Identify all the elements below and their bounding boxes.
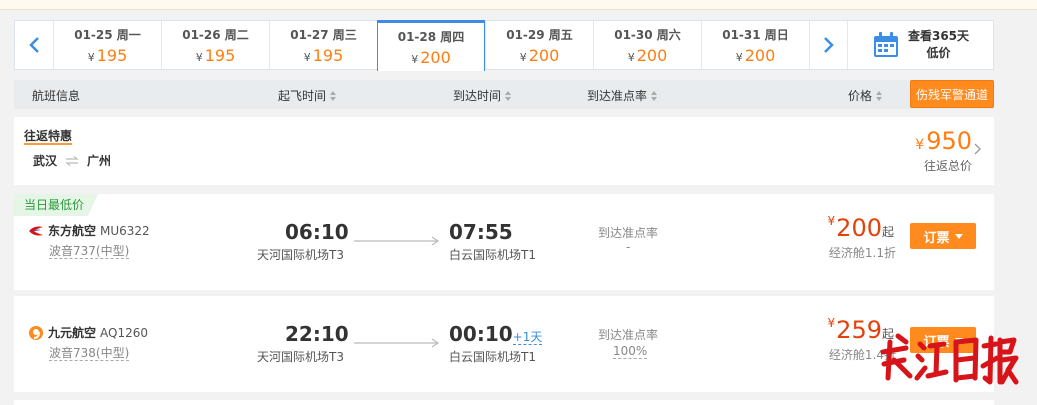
sort-icon xyxy=(876,90,883,101)
top-notice-strip xyxy=(0,0,1037,10)
date-label: 01-25 周一 xyxy=(74,27,141,42)
flight-code: MU6322 xyxy=(100,223,150,238)
date-cell[interactable]: 01-26 周二 ¥195 xyxy=(161,21,269,69)
flight-row: 九元航空 AQ1260 波音738(中型) 22:10 天河国际机场T3 00:1… xyxy=(14,296,994,392)
date-price: ¥200 xyxy=(519,45,560,65)
header-flight-info: 航班信息 xyxy=(32,89,81,103)
date-price: ¥195 xyxy=(303,45,344,65)
plane-type[interactable]: 波音738(中型) xyxy=(49,346,130,361)
chevron-left-icon xyxy=(29,37,39,53)
date-label: 01-27 周三 xyxy=(290,27,357,42)
plane-type[interactable]: 波音737(中型) xyxy=(49,244,130,259)
ontime-label: 到达准点率 xyxy=(598,226,659,240)
round-trip-route: 武汉 广州 xyxy=(33,152,111,169)
date-cell-selected[interactable]: 01-28 周四 ¥200 xyxy=(377,20,485,71)
prev-dates-button[interactable] xyxy=(15,21,53,69)
date-label: 01-31 周日 xyxy=(722,27,789,42)
chevron-right-icon xyxy=(823,37,834,53)
date-label: 01-26 周二 xyxy=(182,27,249,42)
next-dates-button[interactable] xyxy=(809,21,847,69)
arrive-time: 07:55 xyxy=(449,220,513,244)
arrive-time: 00:10+1天 xyxy=(449,322,543,346)
arrive-airport: 白云国际机场T1 xyxy=(449,248,536,262)
header-depart-time-sort[interactable]: 起飞时间 xyxy=(278,87,337,104)
airline-name: 东方航空 MU6322 xyxy=(28,222,150,239)
header-arrive-time-sort[interactable]: 到达时间 xyxy=(453,87,512,104)
9air-logo-icon xyxy=(29,325,43,340)
arrow-right-icon xyxy=(354,338,440,348)
depart-time: 22:10 xyxy=(285,322,349,346)
chevron-right-icon xyxy=(974,143,981,155)
round-trip-title: 往返特惠 xyxy=(24,129,73,145)
round-trip-price: ¥950 xyxy=(915,127,972,155)
arrow-right-icon xyxy=(354,236,440,246)
round-trip-subtitle: 往返总价 xyxy=(923,159,972,173)
book-button[interactable]: 订票 xyxy=(910,223,976,249)
ontime-value: - xyxy=(626,240,631,254)
arrive-airport: 白云国际机场T1 xyxy=(449,350,536,364)
flight-row: 当日最低价 东方航空 MU6322 波音737(中型) 06:10 天河国际机场T… xyxy=(14,194,994,290)
depart-time: 06:10 xyxy=(285,220,349,244)
dropdown-triangle-icon xyxy=(954,233,963,239)
results-header: 航班信息 起飞时间 到达时间 到达准点率 价格 伤残军警通道 xyxy=(14,80,994,109)
date-cell[interactable]: 01-29 周五 ¥200 xyxy=(485,21,593,69)
date-price: ¥200 xyxy=(411,47,451,67)
sort-icon xyxy=(505,90,512,101)
date-selector-bar: 01-25 周一 ¥195 01-26 周二 ¥195 01-27 周三 ¥19… xyxy=(14,20,994,71)
date-cell[interactable]: 01-27 周三 ¥195 xyxy=(269,21,377,69)
calendar-icon xyxy=(873,32,898,57)
header-ontime-sort[interactable]: 到达准点率 xyxy=(587,87,658,104)
airline-name: 九元航空 AQ1260 xyxy=(28,324,148,341)
depart-airport: 天河国际机场T3 xyxy=(257,350,344,364)
date-cell[interactable]: 01-25 周一 ¥195 xyxy=(53,21,161,69)
flight-price: ¥200起 xyxy=(827,214,894,242)
date-price: ¥195 xyxy=(87,45,128,65)
calendar-365-label: 查看365天 低价 xyxy=(907,29,970,60)
route-from: 武汉 xyxy=(33,154,58,168)
military-channel-button[interactable]: 伤残军警通道 xyxy=(910,80,994,108)
round-trip-deal[interactable]: 往返特惠 武汉 广州 ¥950 往返总价 xyxy=(14,117,994,185)
china-eastern-logo-icon xyxy=(29,226,43,235)
header-price-sort[interactable]: 价格 xyxy=(848,87,883,104)
sort-icon xyxy=(651,90,658,101)
calendar-365-button[interactable]: 查看365天 低价 xyxy=(847,21,993,69)
date-cell[interactable]: 01-31 周日 ¥200 xyxy=(701,21,809,69)
changjiang-daily-watermark-logo xyxy=(880,333,1019,385)
ontime-value[interactable]: 100% xyxy=(613,344,648,359)
date-label: 01-30 周六 xyxy=(614,27,681,42)
depart-airport: 天河国际机场T3 xyxy=(257,248,344,262)
swap-icon xyxy=(65,155,79,166)
sort-icon xyxy=(330,90,337,101)
date-price: ¥200 xyxy=(627,45,668,65)
date-price: ¥195 xyxy=(195,45,236,65)
date-cell[interactable]: 01-30 周六 ¥200 xyxy=(593,21,701,69)
route-to: 广州 xyxy=(87,154,112,168)
next-row-edge xyxy=(14,400,994,405)
ontime-label: 到达准点率 xyxy=(598,328,659,342)
lowest-price-badge: 当日最低价 xyxy=(14,194,99,216)
cabin-discount: 经济舱1.1折 xyxy=(828,246,896,260)
date-price: ¥200 xyxy=(735,45,776,65)
flight-code: AQ1260 xyxy=(100,325,148,340)
date-label: 01-28 周四 xyxy=(397,29,465,44)
next-day-tag[interactable]: +1天 xyxy=(512,330,543,345)
date-label: 01-29 周五 xyxy=(506,27,573,42)
